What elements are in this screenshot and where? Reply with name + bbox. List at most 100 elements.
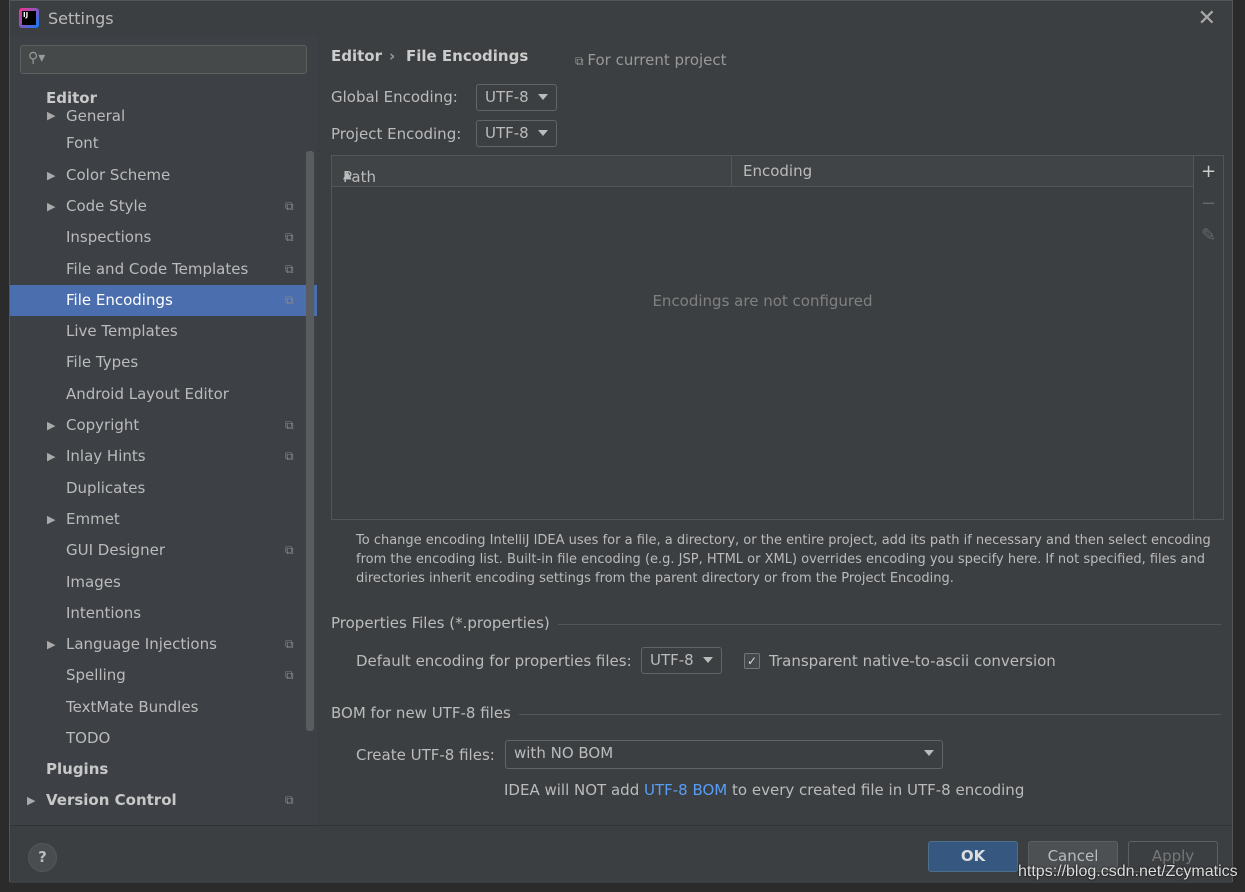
sidebar-item-general[interactable]: ▶ General [10,109,317,123]
project-scope-icon: ⧉ [285,543,294,558]
project-encoding-select[interactable]: UTF-8 [476,120,557,147]
global-encoding-select[interactable]: UTF-8 [476,84,557,111]
title-bar: IJ Settings ✕ [10,1,1232,35]
sidebar-item-spelling[interactable]: Spelling ⧉ [10,660,317,691]
sidebar-item-gui-designer[interactable]: GUI Designer ⧉ [10,535,317,566]
project-encoding-label: Project Encoding: [331,125,462,143]
sidebar-item-label: Spelling [66,666,126,685]
expand-arrow-icon[interactable]: ▶ [47,160,55,191]
sidebar-item-todo[interactable]: TODO [10,723,317,754]
project-scope-icon: ⧉ [285,261,294,276]
global-encoding-label: Global Encoding: [331,88,458,106]
sidebar-item-label: Font [66,134,99,153]
sidebar-item-images[interactable]: Images [10,567,317,598]
expand-arrow-icon[interactable]: ▶ [47,629,55,660]
expand-arrow-icon[interactable]: ▶ [47,441,55,472]
sidebar-item-label: Android Layout Editor [66,384,229,403]
sidebar-item-label: Images [66,572,121,591]
project-scope-icon: ⧉ [285,637,294,652]
sidebar-item-label: Duplicates [66,478,146,497]
edit-icon[interactable]: ✎ [1194,220,1223,252]
column-encoding[interactable]: Encoding [743,162,812,180]
table-header: Path ▲ Encoding [332,156,1193,187]
project-scope-icon: ⧉ [575,54,588,68]
sidebar-item-copyright[interactable]: ▶ Copyright ⧉ [10,410,317,441]
remove-icon[interactable]: − [1194,188,1223,220]
project-scope-icon: ⧉ [285,668,294,683]
encodings-table: Path ▲ Encoding Encodings are not config… [331,155,1194,520]
chevron-down-icon [924,750,934,756]
search-icon: ⚲▾ [28,50,46,66]
chevron-down-icon [538,94,548,100]
section-plugins[interactable]: Plugins [46,760,108,778]
help-button[interactable]: ? [28,843,57,872]
sidebar-item-label: File Encodings [66,290,173,309]
sidebar-item-android-layout-editor[interactable]: Android Layout Editor [10,379,317,410]
default-properties-encoding-label: Default encoding for properties files: [356,652,632,670]
project-scope-icon: ⧉ [285,793,294,807]
expand-arrow-icon[interactable]: ▶ [47,410,55,441]
sidebar-item-label: Code Style [66,196,147,215]
sidebar-item-label: File and Code Templates [66,259,249,278]
add-icon[interactable]: + [1194,156,1223,188]
settings-sidebar: ⚲▾ Editor ▶ General Font ▶ Color Scheme ▶ Code… [10,35,317,825]
expand-arrow-icon[interactable]: ▶ [47,109,55,123]
encoding-help-text: To change encoding IntelliJ IDEA uses fo… [356,533,1211,586]
sidebar-item-label: TextMate Bundles [66,697,199,716]
sidebar-item-intentions[interactable]: Intentions [10,598,317,629]
sidebar-item-font[interactable]: Font [10,128,317,159]
breadcrumb-editor: Editor [331,47,382,65]
sidebar-item-label: TODO [66,729,111,747]
sidebar-item-label: Emmet [66,509,120,528]
for-current-project: ⧉ For current project [575,51,727,69]
sidebar-item-language-injections[interactable]: ▶ Language Injections ⧉ [10,629,317,660]
sort-ascending-icon: ▲ [343,168,352,181]
sidebar-item-label: GUI Designer [66,541,165,560]
sidebar-item-label: Inspections [66,228,152,247]
bom-select[interactable]: with NO BOM [505,740,943,769]
close-icon[interactable]: ✕ [1198,6,1216,31]
project-scope-icon: ⧉ [285,198,294,213]
sidebar-item-color-scheme[interactable]: ▶ Color Scheme [10,160,317,191]
sidebar-item-emmet[interactable]: ▶ Emmet [10,504,317,535]
sidebar-item-version-control[interactable]: ▶ Version Control ⧉ [10,785,317,816]
empty-table-text: Encodings are not configured [652,292,873,310]
properties-encoding-select[interactable]: UTF-8 [641,647,722,674]
expand-arrow-icon[interactable]: ▶ [47,191,55,222]
section-editor[interactable]: Editor [46,89,97,107]
sidebar-item-label: Color Scheme [66,165,171,184]
sidebar-scrollbar[interactable] [306,151,314,731]
transparent-conversion-checkbox[interactable]: ✓ [744,653,760,669]
sidebar-item-textmate-bundles[interactable]: TextMate Bundles [10,692,317,723]
sidebar-item-label: Inlay Hints [66,447,146,466]
settings-dialog: IJ Settings ✕ ⚲▾ Editor ▶ General Font ▶ Col… [9,0,1233,883]
search-input[interactable]: ⚲▾ [20,45,307,74]
expand-arrow-icon[interactable]: ▶ [27,785,35,816]
project-scope-icon: ⧉ [285,292,294,307]
project-scope-icon: ⧉ [285,230,294,245]
sidebar-item-live-templates[interactable]: Live Templates [10,316,317,347]
sidebar-item-inspections[interactable]: Inspections ⧉ [10,222,317,253]
table-toolbar: + − ✎ [1194,155,1224,520]
watermark: https://blog.csdn.net/Zcymatics [1018,863,1238,880]
bom-group: BOM for new UTF-8 files [331,704,1221,724]
utf8-bom-link[interactable]: UTF-8 BOM [644,781,727,799]
sidebar-item-file-types[interactable]: File Types [10,347,317,378]
sidebar-item-file-and-code-templates[interactable]: File and Code Templates ⧉ [10,254,317,285]
window-title: Settings [48,9,114,28]
chevron-down-icon [538,130,548,136]
expand-arrow-icon[interactable]: ▶ [47,504,55,535]
properties-files-group: Properties Files (*.properties) [331,614,1221,634]
sidebar-item-duplicates[interactable]: Duplicates [10,473,317,504]
ok-button[interactable]: OK [928,841,1018,872]
sidebar-item-label: File Types [66,353,139,372]
transparent-conversion-label[interactable]: Transparent native-to-ascii conversion [769,652,1056,670]
sidebar-item-code-style[interactable]: ▶ Code Style ⧉ [10,191,317,222]
project-scope-icon: ⧉ [285,449,294,464]
intellij-logo-icon: IJ [19,8,39,28]
sidebar-item-label: Copyright [66,416,140,434]
sidebar-item-file-encodings[interactable]: File Encodings ⧉ [10,284,317,316]
breadcrumb-file-encodings: File Encodings [406,47,529,65]
sidebar-item-label: Live Templates [66,322,178,341]
sidebar-item-inlay-hints[interactable]: ▶ Inlay Hints ⧉ [10,441,317,472]
